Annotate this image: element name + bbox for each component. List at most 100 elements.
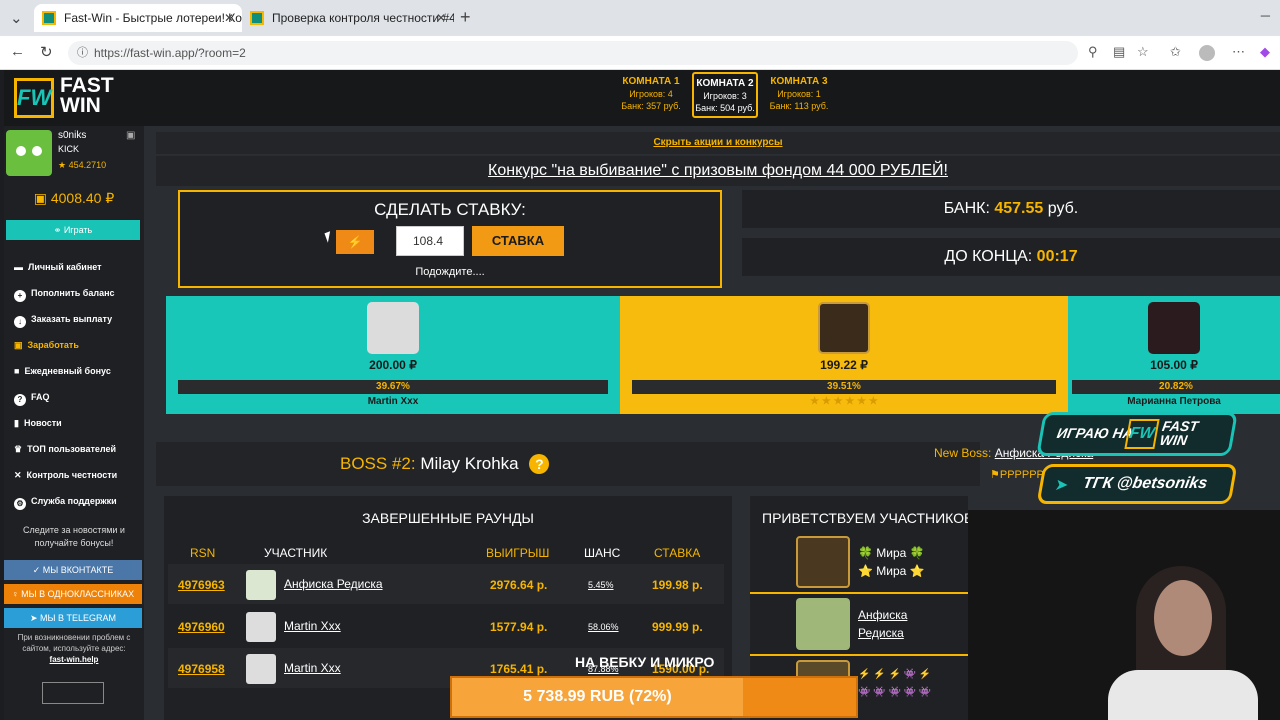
tab-list-icon[interactable]: ⌄ bbox=[10, 9, 23, 27]
welcome-entry[interactable]: 🍀 Мира 🍀 ⭐ Мира ⭐ bbox=[750, 532, 968, 594]
avatar[interactable] bbox=[6, 130, 52, 176]
room-1-button[interactable]: КОМНАТА 1 Игроков: 4 Банк: 357 руб. bbox=[618, 72, 684, 118]
wait-text: Подождите.... bbox=[415, 266, 485, 278]
favorites-icon[interactable]: ✩ bbox=[1170, 44, 1181, 60]
participant-link[interactable]: Martin Xxx bbox=[284, 661, 341, 675]
gamepad-icon: ⚭ bbox=[53, 225, 64, 235]
mirror-link[interactable]: fast-win.help bbox=[50, 655, 99, 664]
participant-link[interactable]: Martin Xxx bbox=[284, 619, 341, 633]
deposit-icon: + bbox=[14, 290, 26, 302]
room-3-button[interactable]: КОМНАТА 3 Игроков: 1 Банк: 113 руб. bbox=[766, 72, 832, 118]
close-tab-icon[interactable]: ✕ bbox=[224, 4, 234, 32]
bet-amount-input[interactable] bbox=[396, 226, 464, 256]
shuffle-icon: ✕ bbox=[14, 470, 22, 480]
sidebar-item-top[interactable]: ♛ ТОП пользователей bbox=[14, 444, 116, 455]
boss-extra: ⚑РРРРРР bbox=[990, 468, 1044, 481]
place-bet-button[interactable]: СТАВКА bbox=[472, 226, 564, 256]
tab-fast-win[interactable]: Fast-Win - Быстрые лотереи! Ком ✕ bbox=[34, 4, 242, 32]
window-controls[interactable]: ─ bbox=[1261, 8, 1270, 23]
user-status: KICK bbox=[58, 144, 80, 154]
sidebar-item-support[interactable]: ⚙ Служба поддержки bbox=[14, 496, 117, 510]
favorite-star-icon[interactable]: ☆ bbox=[1137, 44, 1149, 60]
vk-button[interactable]: ✓ МЫ ВКОНТАКТЕ bbox=[4, 560, 142, 580]
reload-icon[interactable]: ↻ bbox=[40, 43, 53, 61]
zoom-icon[interactable]: ⚲ bbox=[1088, 44, 1098, 60]
sidebar-item-earn[interactable]: ▣ Заработать bbox=[14, 340, 79, 351]
sidebar-item-fairness[interactable]: ✕ Контроль честности bbox=[14, 470, 117, 481]
browser-tabbar: ⌄ Fast-Win - Быстрые лотереи! Ком ✕ Пров… bbox=[0, 0, 1280, 36]
sidebar-item-cabinet[interactable]: ▬ Личный кабинет bbox=[14, 262, 102, 272]
player-card-3[interactable]: 105.00 ₽ 20.82% Марианна Петрова bbox=[1068, 296, 1280, 414]
room-bank: Банк: 357 руб. bbox=[621, 101, 681, 111]
welcome-title: ПРИВЕТСТВУЕМ УЧАСТНИКОВ bbox=[762, 510, 968, 526]
problem-notice: При возникновении проблем с сайтом, испо… bbox=[8, 632, 140, 665]
webcam-person-face bbox=[1154, 580, 1212, 656]
round-win: 2976.64 р. bbox=[490, 578, 548, 592]
ok-button[interactable]: ♀ МЫ В ОДНОКЛАССНИКАХ bbox=[4, 584, 142, 604]
reader-icon[interactable]: ▤ bbox=[1113, 44, 1125, 60]
close-tab-icon[interactable]: ✕ bbox=[436, 4, 446, 32]
copilot-icon[interactable]: ◆ bbox=[1260, 44, 1270, 60]
player-amount: 199.22 ₽ bbox=[820, 358, 868, 372]
bank-label: БАНК: bbox=[943, 200, 990, 217]
logo[interactable]: FW FAST WIN bbox=[14, 75, 118, 120]
sidebar-item-faq[interactable]: ? FAQ bbox=[14, 392, 50, 406]
participant-link[interactable]: Анфиска Редиска bbox=[284, 577, 383, 591]
quick-bet-button[interactable]: ⚡ bbox=[336, 230, 374, 254]
round-chance[interactable]: 5.45% bbox=[588, 580, 614, 590]
player-card-1[interactable]: 200.00 ₽ 39.67% Martin Xxx bbox=[166, 296, 620, 414]
play-on-label: ИГРАЮ НА bbox=[1055, 425, 1135, 441]
round-win: 1765.41 р. bbox=[490, 662, 548, 676]
badge-logo-mark: FW bbox=[1124, 419, 1160, 449]
menu-dots-icon[interactable]: ⋯ bbox=[1232, 44, 1245, 60]
room-name: КОМНАТА 1 bbox=[622, 76, 680, 87]
bank-unit: руб. bbox=[1047, 200, 1079, 217]
bookmark-icon: ▮ bbox=[14, 418, 19, 428]
stream-fastwin-badge: ИГРАЮ НА FW FAST WIN bbox=[1036, 412, 1238, 456]
round-id-link[interactable]: 4976963 bbox=[178, 578, 225, 592]
welcome-name-line1: ⚡ ⚡ ⚡ 👾 ⚡ bbox=[858, 669, 932, 680]
hide-promos-link[interactable]: Скрыть акции и конкурсы bbox=[156, 132, 1280, 154]
player-amount: 200.00 ₽ bbox=[369, 358, 417, 372]
boss-help-icon[interactable]: ? bbox=[529, 454, 550, 474]
ok-icon: ♀ bbox=[11, 589, 22, 599]
sidebar-item-label: Ежедневный бонус bbox=[24, 366, 111, 376]
round-id-link[interactable]: 4976958 bbox=[178, 662, 225, 676]
bet-panel: СДЕЛАТЬ СТАВКУ: ⚡ СТАВКА Подождите.... bbox=[178, 190, 722, 288]
welcome-avatar bbox=[796, 598, 850, 650]
bank-value: 457.55 bbox=[994, 200, 1044, 217]
profile-icon[interactable] bbox=[1199, 45, 1215, 61]
sidebar-item-deposit[interactable]: + Пополнить баланс bbox=[14, 288, 115, 302]
round-stake: 999.99 р. bbox=[652, 620, 703, 634]
tg-label: МЫ В TELEGRAM bbox=[40, 613, 117, 623]
new-tab-icon[interactable]: + bbox=[460, 7, 471, 28]
problem-text: При возникновении проблем с сайтом, испо… bbox=[17, 633, 131, 653]
sidebar-item-withdraw[interactable]: ↓ Заказать выплату bbox=[14, 314, 112, 328]
bank-panel: БАНК: 457.55 руб. bbox=[742, 190, 1280, 228]
round-stake: 199.98 р. bbox=[652, 578, 703, 592]
sidebar-item-label: Пополнить баланс bbox=[31, 288, 115, 298]
player-card-2[interactable]: 199.22 ₽ 39.51% ★ ★ ★ ★ ★ ★ bbox=[620, 296, 1068, 414]
url-field[interactable]: ⓘ https://fast-win.app/?room=2 bbox=[68, 41, 1078, 65]
play-button[interactable]: ⚭ Играть bbox=[6, 220, 140, 240]
logout-icon[interactable]: ▣ bbox=[126, 130, 135, 141]
welcome-name-line1: Анфиска bbox=[858, 608, 908, 622]
player-name: Марианна Петрова bbox=[1127, 396, 1221, 407]
sidebar-item-daily-bonus[interactable]: ■ Ежедневный бонус bbox=[14, 366, 111, 376]
tab-fairness[interactable]: Проверка контроля честности #4 ✕ bbox=[242, 4, 454, 32]
round-id-link[interactable]: 4976960 bbox=[178, 620, 225, 634]
url-text: https://fast-win.app/?room=2 bbox=[94, 46, 246, 60]
webcam-person-shirt bbox=[1108, 670, 1258, 720]
back-icon[interactable]: ← bbox=[10, 43, 25, 60]
contest-link[interactable]: Конкурс "на выбивание" с призовым фондом… bbox=[156, 156, 1280, 186]
telegram-button[interactable]: ➤ МЫ В TELEGRAM bbox=[4, 608, 142, 628]
room-2-button[interactable]: КОМНАТА 2 Игроков: 3 Банк: 504 руб. bbox=[692, 72, 758, 118]
cabinet-icon: ▬ bbox=[14, 262, 23, 272]
play-label: Играть bbox=[63, 225, 93, 235]
site-info-icon[interactable]: ⓘ bbox=[77, 41, 88, 65]
participant-avatar bbox=[246, 612, 276, 642]
welcome-entry[interactable]: Анфиска Редиска bbox=[750, 592, 968, 654]
user-name[interactable]: s0niks bbox=[58, 130, 86, 141]
sidebar-item-news[interactable]: ▮ Новости bbox=[14, 418, 62, 429]
round-chance[interactable]: 58.06% bbox=[588, 622, 619, 632]
